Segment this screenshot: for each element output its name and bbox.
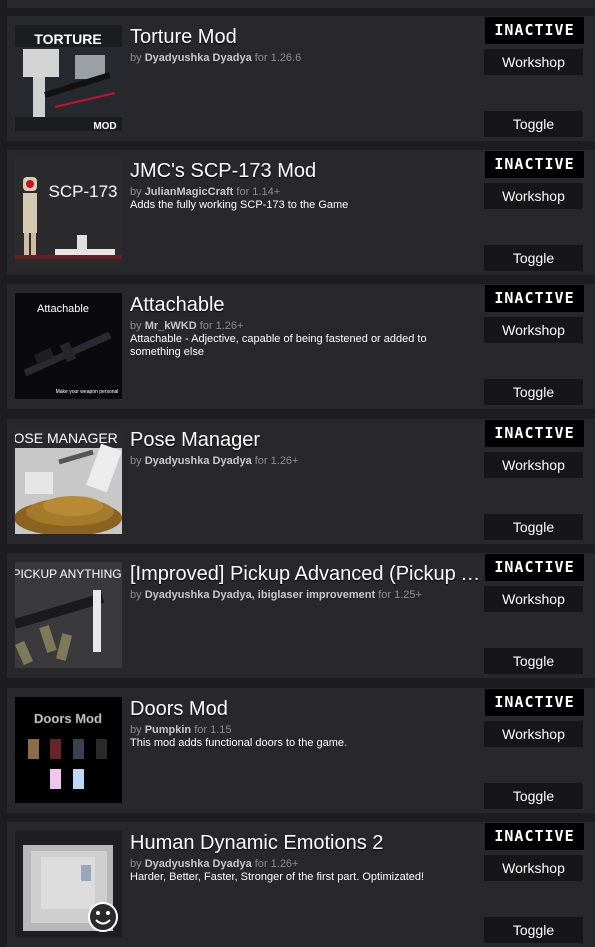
mod-version: for 1.26+ — [254, 858, 299, 870]
by-label: by — [130, 589, 142, 601]
workshop-button[interactable]: Workshop — [484, 855, 583, 881]
mod-description: Attachable - Adjective, capable of being… — [130, 333, 427, 358]
mod-card: Doors Mod Doors Mod by Pumpkin for 1.15 … — [7, 688, 595, 813]
mod-version: for 1.15 — [194, 724, 232, 736]
toggle-button[interactable]: Toggle — [484, 111, 583, 137]
thumb-text: Doors Mod — [34, 711, 102, 726]
mod-version: for 1.26.6 — [254, 52, 302, 64]
thumb-text: PICKUP ANYTHING — [15, 567, 122, 581]
status-badge: INACTIVE — [485, 420, 584, 447]
mod-author: Dyadyushka Dyadya, ibiglaser improvement — [144, 589, 376, 601]
toggle-button[interactable]: Toggle — [484, 917, 583, 943]
mod-title: Pose Manager — [130, 429, 261, 451]
thumb-text: SCP-173 — [49, 182, 118, 201]
toggle-button[interactable]: Toggle — [484, 379, 583, 405]
by-label: by — [130, 186, 142, 198]
toggle-button[interactable]: Toggle — [484, 514, 583, 540]
mod-card: TORTURE MOD Torture Mod by Dyadyushka Dy… — [7, 16, 595, 141]
mod-thumbnail: Attachable Make your weapon personal — [15, 293, 122, 399]
thumb-text: POSE MANAGER — [15, 430, 118, 446]
mod-thumbnail — [15, 831, 122, 937]
mod-author: Dyadyushka Dyadya — [144, 52, 252, 64]
mod-version: for 1.14+ — [236, 186, 281, 198]
by-label: by — [130, 320, 142, 332]
status-badge: INACTIVE — [485, 151, 584, 178]
toggle-button[interactable]: Toggle — [484, 783, 583, 809]
workshop-button[interactable]: Workshop — [484, 183, 583, 209]
mod-title: Doors Mod — [130, 698, 228, 720]
thumb-text: Attachable — [37, 303, 89, 315]
mod-byline: by Dyadyushka Dyadya, ibiglaser improvem… — [130, 589, 482, 601]
mod-title: Human Dynamic Emotions 2 — [130, 832, 384, 854]
mod-byline: by JulianMagicCraft for 1.14+ — [130, 186, 482, 198]
status-badge: INACTIVE — [485, 285, 584, 312]
mod-version: for 1.26+ — [199, 320, 244, 332]
status-badge: INACTIVE — [485, 689, 584, 716]
workshop-button[interactable]: Workshop — [484, 49, 583, 75]
workshop-button[interactable]: Workshop — [484, 452, 583, 478]
by-label: by — [130, 52, 142, 64]
mod-title: [Improved] Pickup Advanced (Pickup Anyth… — [130, 563, 482, 585]
mod-author: Dyadyushka Dyadya — [144, 455, 252, 467]
mod-byline: by Dyadyushka Dyadya for 1.26.6 — [130, 52, 482, 64]
workshop-button[interactable]: Workshop — [484, 721, 583, 747]
previous-mod-card-edge — [7, 0, 595, 8]
mod-version: for 1.26+ — [254, 455, 299, 467]
mod-card: PICKUP ANYTHING [Improved] Pickup Advanc… — [7, 553, 595, 678]
mod-author: Mr_kWKD — [144, 320, 197, 332]
mod-title: Attachable — [130, 294, 225, 316]
mod-thumbnail: Doors Mod — [15, 697, 122, 803]
by-label: by — [130, 724, 142, 736]
mod-description: This mod adds functional doors to the ga… — [130, 737, 348, 749]
workshop-button[interactable]: Workshop — [484, 317, 583, 343]
thumb-text: MOD — [93, 121, 116, 131]
toggle-button[interactable]: Toggle — [484, 648, 583, 674]
mod-description: Adds the fully working SCP-173 to the Ga… — [130, 199, 349, 211]
by-label: by — [130, 858, 142, 870]
toggle-button[interactable]: Toggle — [484, 245, 583, 271]
mod-card: SCP-173 JMC's SCP-173 Mod by JulianMagic… — [7, 150, 595, 275]
mod-card: Attachable Make your weapon personal Att… — [7, 284, 595, 409]
mod-title: JMC's SCP-173 Mod — [130, 160, 317, 182]
mod-version: for 1.25+ — [378, 589, 422, 601]
thumb-text: Make your weapon personal — [56, 389, 119, 395]
status-badge: INACTIVE — [485, 554, 584, 581]
mod-byline: by Dyadyushka Dyadya for 1.26+ — [130, 858, 482, 870]
by-label: by — [130, 455, 142, 467]
workshop-button[interactable]: Workshop — [484, 586, 583, 612]
mod-card: POSE MANAGER Pose Manager by Dyadyushka … — [7, 419, 595, 544]
mod-description: Harder, Better, Faster, Stronger of the … — [130, 871, 425, 883]
mod-author: JulianMagicCraft — [144, 186, 234, 198]
mod-thumbnail: SCP-173 — [15, 159, 122, 265]
mod-title: Torture Mod — [130, 26, 237, 48]
mod-card: Human Dynamic Emotions 2 by Dyadyushka D… — [7, 822, 595, 947]
status-badge: INACTIVE — [485, 823, 584, 850]
mod-thumbnail: PICKUP ANYTHING — [15, 562, 122, 668]
thumb-text: TORTURE — [34, 31, 101, 47]
mod-author: Dyadyushka Dyadya — [144, 858, 252, 870]
mod-byline: by Dyadyushka Dyadya for 1.26+ — [130, 455, 482, 467]
status-badge: INACTIVE — [485, 17, 584, 44]
mod-author: Pumpkin — [144, 724, 192, 736]
mod-thumbnail: POSE MANAGER — [15, 428, 122, 534]
mod-byline: by Mr_kWKD for 1.26+ — [130, 320, 482, 332]
mod-byline: by Pumpkin for 1.15 — [130, 724, 482, 736]
mod-thumbnail: TORTURE MOD — [15, 25, 122, 131]
